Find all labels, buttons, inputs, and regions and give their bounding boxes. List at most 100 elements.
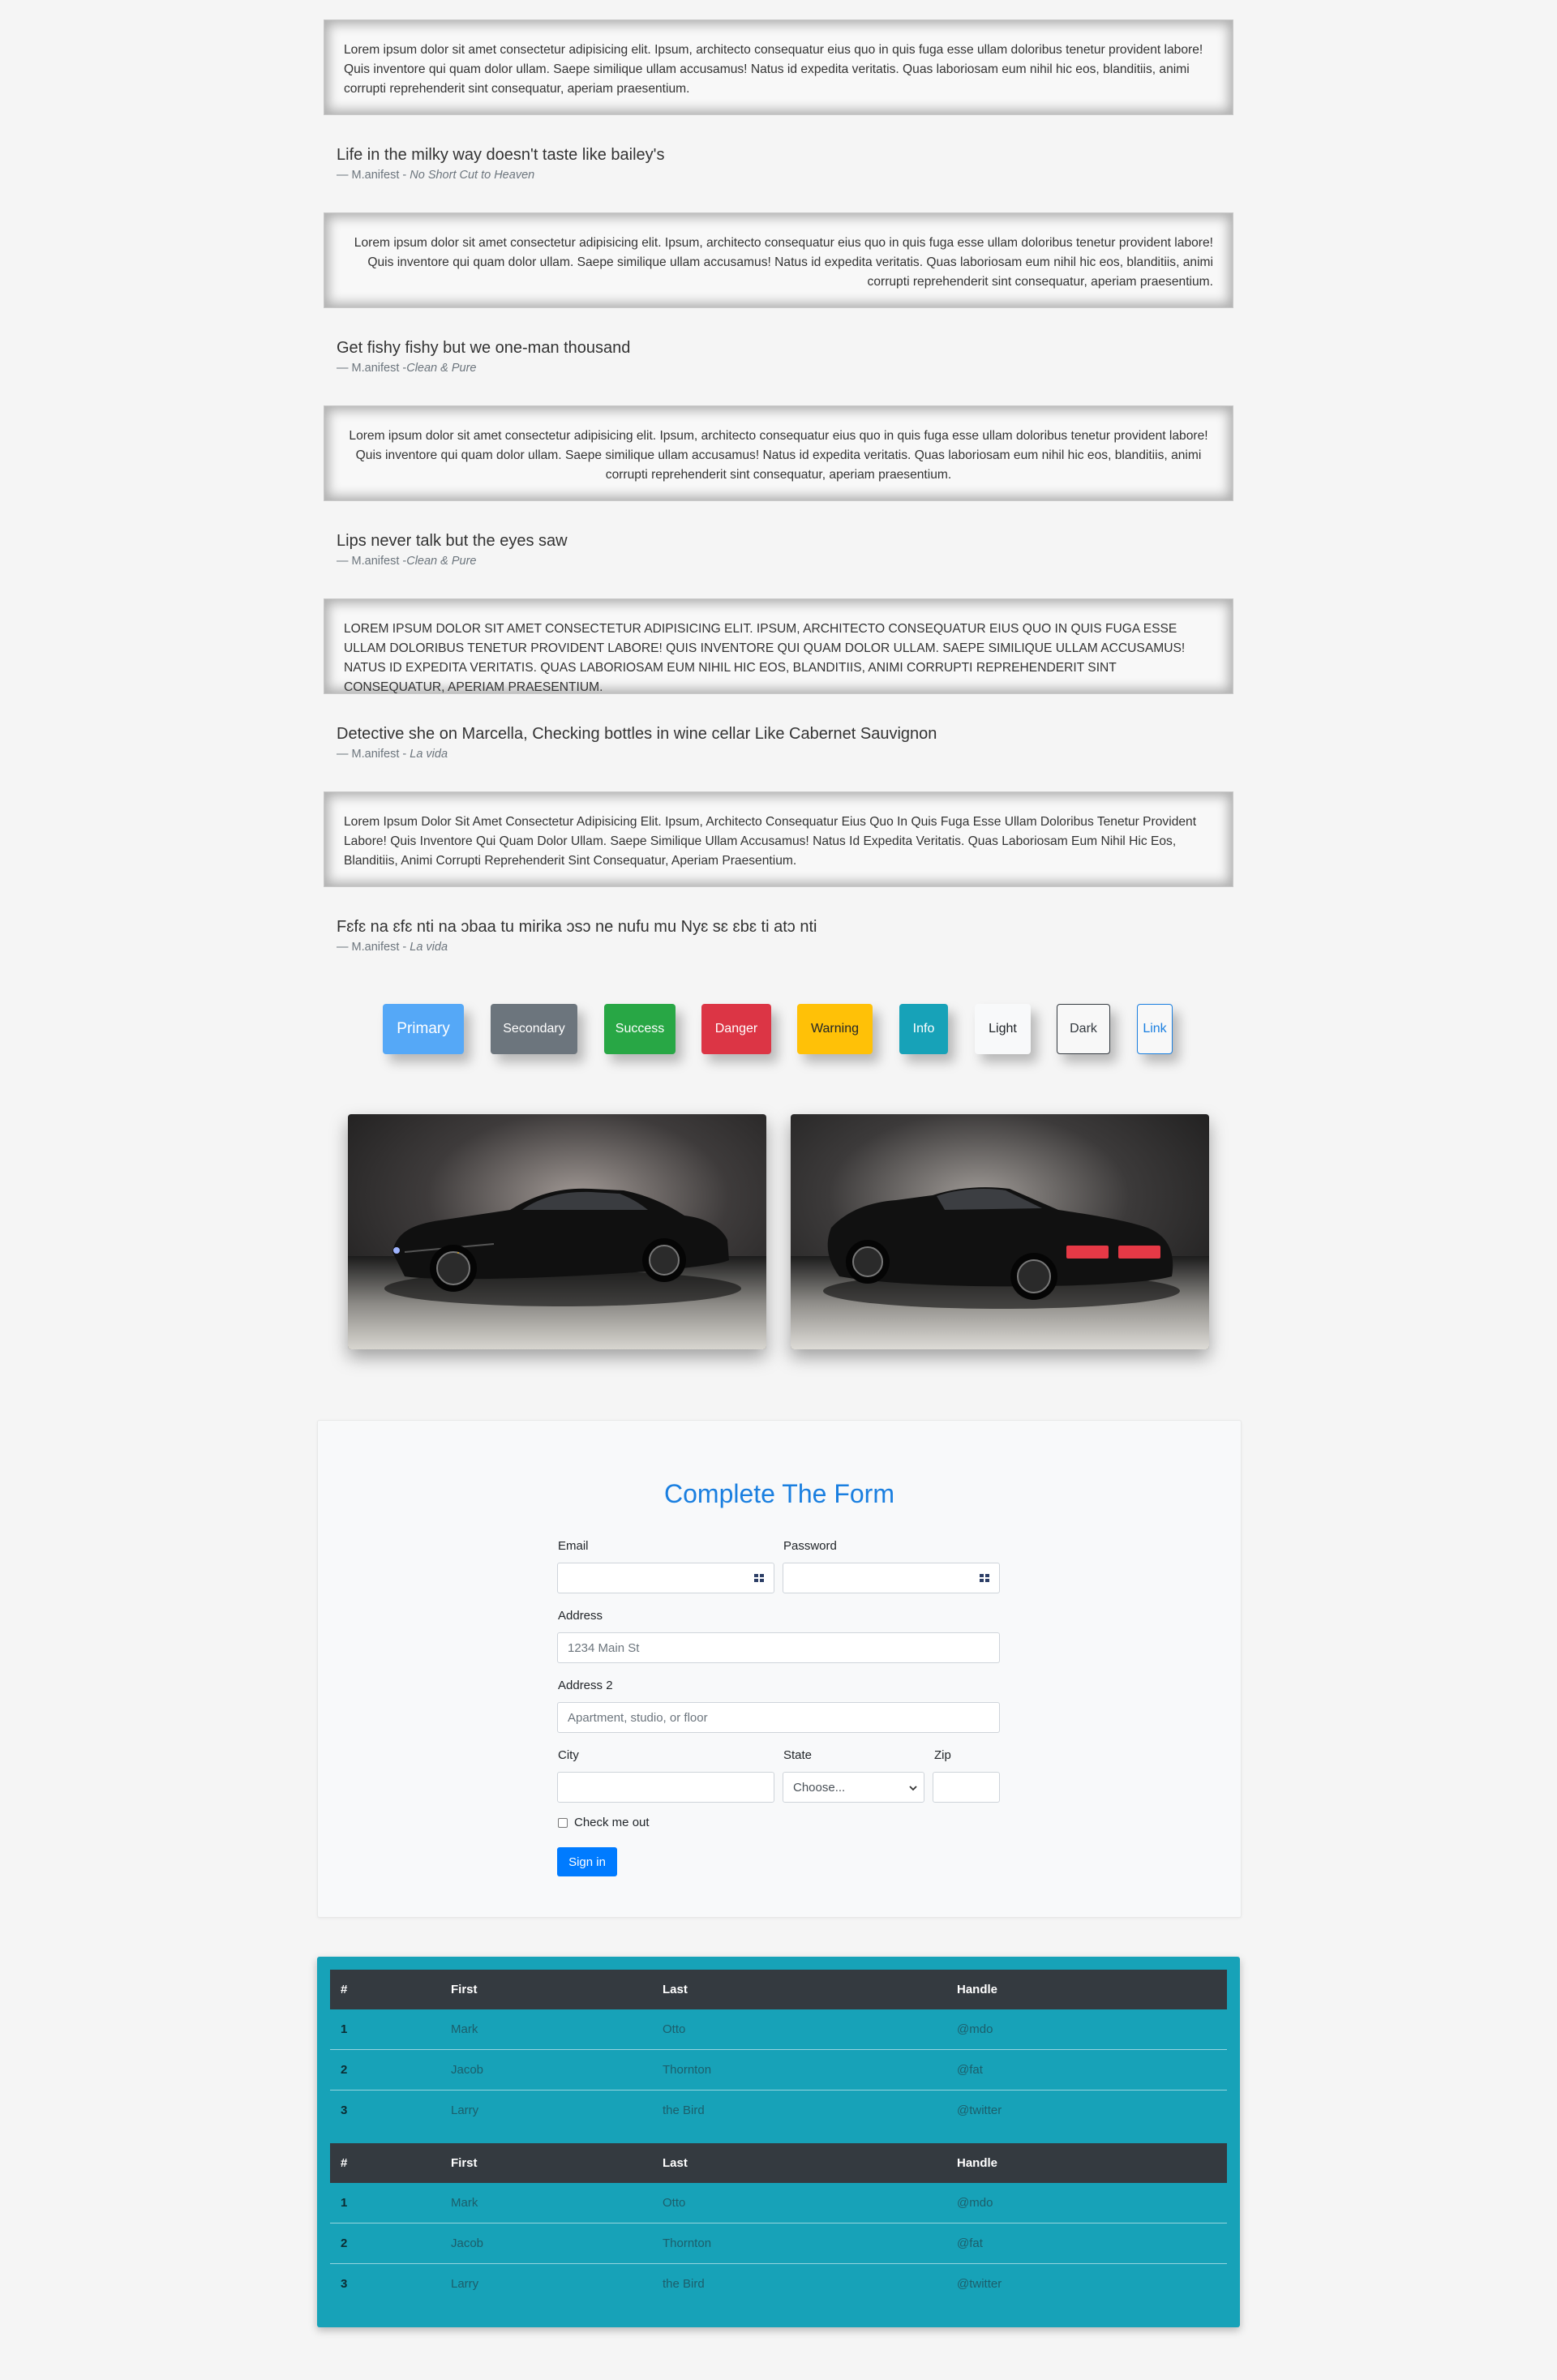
- zip-input[interactable]: [933, 1772, 1000, 1803]
- table-cell: Larry: [451, 2277, 479, 2291]
- table-cell: Thornton: [652, 2049, 946, 2091]
- city-input[interactable]: [557, 1772, 774, 1803]
- quote-source: — M.anifest - La vida: [337, 748, 937, 761]
- quote-album: La vida: [410, 748, 448, 761]
- address2-label: Address 2: [558, 1679, 613, 1692]
- table-cell: @twitter: [957, 2277, 1002, 2291]
- table-cell: Otto: [652, 2009, 946, 2050]
- paragraph-box: Lorem ipsum dolor sit amet consectetur a…: [324, 19, 1233, 115]
- quote-author: — M.anifest -: [337, 748, 410, 761]
- quote-title: Get fishy fishy but we one-man thousand: [337, 339, 631, 357]
- light-button[interactable]: Light: [975, 1004, 1031, 1054]
- paragraph-box: Lorem ipsum dolor sit amet consectetur a…: [324, 405, 1233, 501]
- sign-in-button[interactable]: Sign in: [557, 1847, 617, 1876]
- table-row: 3 Larry the Bird @twitter: [330, 2091, 1227, 2131]
- quote-author: — M.anifest -: [337, 362, 407, 375]
- success-button[interactable]: Success: [604, 1004, 676, 1054]
- check-me-out-checkbox[interactable]: [558, 1818, 568, 1828]
- password-label: Password: [783, 1539, 837, 1553]
- quote-source: — M.anifest -Clean & Pure: [337, 362, 630, 375]
- state-label: State: [783, 1748, 813, 1762]
- quote-block: Fɛfɛ na ɛfɛ nti na ɔbaa tu mirika ɔsɔ ne…: [337, 916, 817, 954]
- quote-source: — M.anifest - La vida: [337, 941, 817, 954]
- password-input[interactable]: [783, 1563, 1000, 1593]
- table-cell: 3: [341, 2103, 348, 2117]
- quote-block: Get fishy fishy but we one-man thousand …: [337, 337, 630, 375]
- key-icon: [754, 1574, 764, 1582]
- table-cell: @mdo: [946, 2183, 1227, 2223]
- quote-album: Clean & Pure: [406, 362, 477, 375]
- quote-album: No Short Cut to Heaven: [410, 169, 535, 182]
- table-cell: @mdo: [946, 2009, 1227, 2050]
- table-cell: @fat: [946, 2049, 1227, 2091]
- danger-button[interactable]: Danger: [701, 1004, 771, 1054]
- quote-block: Detective she on Marcella, Checking bott…: [337, 723, 937, 761]
- table-cell: the Bird: [663, 2277, 705, 2291]
- primary-button[interactable]: Primary: [383, 1004, 464, 1054]
- city-label: City: [558, 1748, 579, 1762]
- table-header-cell: First: [440, 1970, 652, 2009]
- table-header-cell: #: [330, 1970, 440, 2009]
- quote-title: Fɛfɛ na ɛfɛ nti na ɔbaa tu mirika ɔsɔ ne…: [337, 918, 817, 936]
- table-cell: @twitter: [957, 2103, 1002, 2117]
- state-select[interactable]: Choose...: [783, 1772, 924, 1803]
- table-cell: 1: [330, 2009, 440, 2050]
- table-header-cell: First: [440, 2143, 652, 2183]
- address2-input[interactable]: Apartment, studio, or floor: [557, 1702, 1000, 1733]
- table-header-row: # First Last Handle: [330, 1970, 1227, 2009]
- table-header-cell: Handle: [946, 1970, 1227, 2009]
- table-row: 2 Jacob Thornton @fat: [330, 2049, 1227, 2091]
- table-cell: 1: [330, 2183, 440, 2223]
- address-input[interactable]: 1234 Main St: [557, 1632, 1000, 1663]
- table-cell: Mark: [440, 2009, 652, 2050]
- quote-title: Detective she on Marcella, Checking bott…: [337, 725, 937, 743]
- table-cell: Jacob: [440, 2049, 652, 2091]
- table-header-cell: Last: [652, 2143, 946, 2183]
- table-header-cell: #: [330, 2143, 440, 2183]
- state-selected-value: Choose...: [793, 1780, 846, 1795]
- key-icon: [980, 1574, 989, 1582]
- table-cell: Thornton: [652, 2223, 946, 2264]
- quote-author: — M.anifest -: [337, 555, 407, 568]
- zip-label: Zip: [934, 1748, 951, 1762]
- table-cell: the Bird: [663, 2103, 705, 2117]
- quote-title: Life in the milky way doesn't taste like…: [337, 146, 665, 164]
- table-cell: 2: [330, 2223, 440, 2264]
- table-header-row: # First Last Handle: [330, 2143, 1227, 2183]
- car-rear-illustration: [791, 1114, 1209, 1349]
- table-row: 2 Jacob Thornton @fat: [330, 2223, 1227, 2264]
- car-front-illustration: [348, 1114, 766, 1349]
- table-cell: @fat: [946, 2223, 1227, 2264]
- car-front-image: [348, 1114, 766, 1349]
- table-cell: Larry: [451, 2103, 479, 2117]
- paragraph-box: Lorem ipsum dolor sit amet consectetur a…: [324, 791, 1233, 887]
- quote-album: La vida: [410, 941, 448, 954]
- data-table: # First Last Handle 1 Mark Otto @mdo 2 J…: [330, 2143, 1227, 2304]
- quote-title: Lips never talk but the eyes saw: [337, 532, 568, 550]
- info-button[interactable]: Info: [899, 1004, 948, 1054]
- paragraph-box: Lorem ipsum dolor sit amet consectetur a…: [324, 212, 1233, 308]
- warning-button[interactable]: Warning: [797, 1004, 873, 1054]
- link-button[interactable]: Link: [1137, 1004, 1173, 1054]
- table-cell: Otto: [652, 2183, 946, 2223]
- quote-source: — M.anifest -Clean & Pure: [337, 555, 568, 568]
- checkbox-label: Check me out: [574, 1816, 650, 1829]
- email-label: Email: [558, 1539, 589, 1553]
- table-row: 1 Mark Otto @mdo: [330, 2183, 1227, 2223]
- chevron-down-icon: [909, 1786, 917, 1791]
- secondary-button[interactable]: Secondary: [491, 1004, 577, 1054]
- paragraph-box: Lorem ipsum dolor sit amet consectetur a…: [324, 598, 1233, 694]
- quote-author: — M.anifest -: [337, 169, 410, 182]
- dark-button[interactable]: Dark: [1057, 1004, 1110, 1054]
- quote-author: — M.anifest -: [337, 941, 410, 954]
- email-input[interactable]: [557, 1563, 774, 1593]
- data-table: # First Last Handle 1 Mark Otto @mdo 2 J…: [330, 1970, 1227, 2130]
- table-cell: Mark: [440, 2183, 652, 2223]
- form-title: Complete The Form: [664, 1479, 894, 1508]
- table-cell: 3: [341, 2277, 348, 2291]
- table-cell: Jacob: [440, 2223, 652, 2264]
- form-card: Complete The Form Email Password Address…: [317, 1420, 1242, 1918]
- table-header-cell: Last: [652, 1970, 946, 2009]
- quote-album: Clean & Pure: [406, 555, 477, 568]
- table-row: 3 Larry the Bird @twitter: [330, 2264, 1227, 2305]
